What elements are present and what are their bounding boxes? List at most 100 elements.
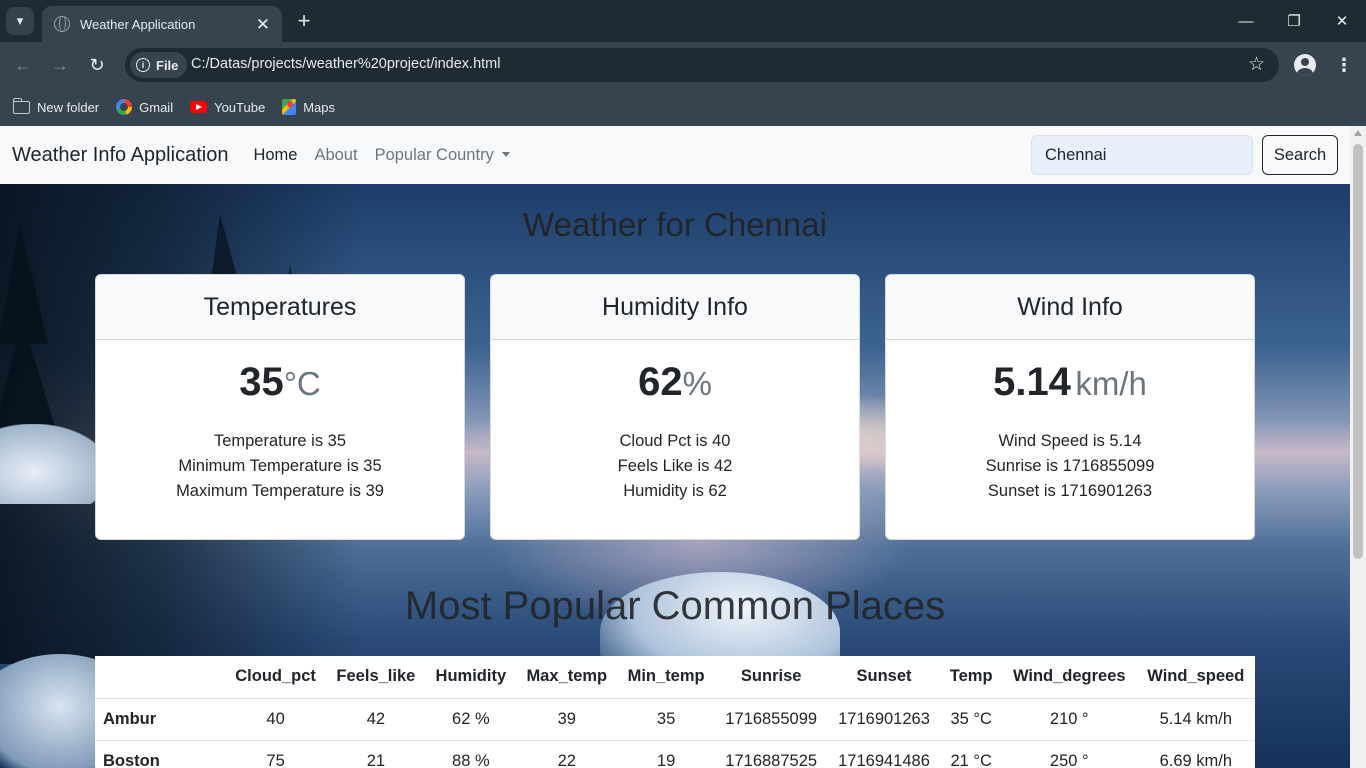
- table-cell: 210 °: [1001, 698, 1137, 741]
- column-header: Wind_degrees: [1001, 656, 1137, 699]
- browser-menu-button[interactable]: ⋮: [1334, 52, 1354, 78]
- card-details: Wind Speed is 5.14 Sunrise is 1716855099…: [886, 429, 1254, 504]
- table-cell: 21: [326, 740, 426, 768]
- bookmark-new-folder[interactable]: New folder: [12, 97, 99, 115]
- chevron-down-icon: ▾: [16, 13, 24, 28]
- column-header: Humidity: [425, 656, 517, 699]
- scroll-up-arrow-icon[interactable]: [1354, 130, 1362, 136]
- wind-unit: km/h: [1075, 365, 1147, 402]
- card-title: Humidity Info: [491, 275, 859, 340]
- site-info-chip[interactable]: i File: [130, 52, 188, 78]
- bookmark-label: Gmail: [139, 99, 174, 115]
- close-tab-icon[interactable]: ✕: [256, 16, 270, 33]
- bookmark-star-icon[interactable]: ☆: [1248, 53, 1265, 76]
- temperature-card: Temperatures 35°C Temperature is 35 Mini…: [95, 274, 465, 540]
- wind-value: 5.14: [993, 360, 1071, 404]
- temperature-unit: °C: [283, 365, 321, 402]
- bookmark-maps[interactable]: Maps: [282, 99, 335, 115]
- table-cell: 75: [225, 740, 327, 768]
- table-cell: 6.69 km/h: [1136, 740, 1255, 768]
- bookmark-youtube[interactable]: YouTube: [190, 100, 265, 115]
- table-cell: 88 %: [425, 740, 517, 768]
- table-cell: 22: [516, 740, 618, 768]
- card-main-value: 5.14 km/h: [886, 360, 1254, 412]
- table-cell: 1716855099: [714, 698, 828, 741]
- new-tab-button[interactable]: +: [292, 8, 316, 34]
- temperature-value: 35: [239, 360, 284, 404]
- detail-line: Sunrise is 1716855099: [985, 457, 1155, 475]
- tab-search-button[interactable]: ▾: [6, 7, 34, 35]
- site-brand[interactable]: Weather Info Application: [12, 144, 228, 167]
- snow-bank: [0, 424, 110, 504]
- column-header: Temp: [940, 656, 1002, 699]
- detail-line: Cloud Pct is 40: [619, 432, 731, 450]
- detail-line: Temperature is 35: [213, 432, 347, 450]
- humidity-value: 62: [638, 360, 683, 404]
- table-cell: 21 °C: [940, 740, 1002, 768]
- card-main-value: 62%: [491, 360, 859, 412]
- detail-line: Minimum Temperature is 35: [178, 457, 382, 475]
- minimize-button[interactable]: —: [1222, 0, 1270, 42]
- restore-button[interactable]: ❐: [1270, 0, 1318, 42]
- detail-line: Wind Speed is 5.14: [998, 432, 1142, 450]
- forward-button[interactable]: →: [46, 51, 74, 79]
- folder-icon: [12, 97, 30, 114]
- table-cell: 1716941486: [827, 740, 941, 768]
- youtube-icon: [190, 101, 208, 113]
- humidity-card: Humidity Info 62% Cloud Pct is 40 Feels …: [490, 274, 860, 540]
- bookmark-gmail[interactable]: Gmail: [116, 99, 173, 115]
- table-cell: 40: [225, 698, 327, 741]
- active-tab[interactable]: Weather Application ✕: [42, 6, 282, 42]
- nav-about[interactable]: About: [314, 146, 357, 165]
- column-header: Cloud_pct: [225, 656, 327, 699]
- close-window-button[interactable]: ✕: [1318, 0, 1366, 42]
- detail-line: Feels Like is 42: [617, 457, 733, 475]
- page-scrollbar[interactable]: [1350, 126, 1366, 768]
- column-header: Sunrise: [714, 656, 828, 699]
- address-bar[interactable]: i File C:/Datas/projects/weather%20proje…: [125, 48, 1279, 82]
- table-header-row: Cloud_pct Feels_like Humidity Max_temp M…: [95, 656, 1255, 699]
- column-header: Wind_speed: [1136, 656, 1255, 699]
- card-details: Temperature is 35 Minimum Temperature is…: [96, 429, 464, 504]
- table-cell: 39: [516, 698, 618, 741]
- detail-line: Maximum Temperature is 39: [176, 482, 384, 500]
- reload-button[interactable]: ↻: [83, 51, 111, 79]
- detail-line: Humidity is 62: [623, 482, 727, 500]
- maps-icon: [282, 99, 297, 115]
- nav-popular-label: Popular Country: [374, 145, 494, 164]
- table-cell: 5.14 km/h: [1136, 698, 1255, 741]
- nav-popular-country-dropdown[interactable]: Popular Country: [375, 146, 510, 165]
- nav-links: Home About Popular Country: [253, 146, 510, 165]
- bookmark-label: YouTube: [214, 99, 266, 115]
- site-navbar: Weather Info Application Home About Popu…: [0, 126, 1350, 184]
- page-title: Weather for Chennai: [523, 206, 827, 243]
- column-header: Min_temp: [617, 656, 715, 699]
- wind-card: Wind Info 5.14 km/h Wind Speed is 5.14 S…: [885, 274, 1255, 540]
- url-text[interactable]: C:/Datas/projects/weather%20project/inde…: [191, 56, 500, 72]
- place-name: Boston: [95, 740, 225, 768]
- nav-home[interactable]: Home: [253, 146, 297, 165]
- popular-places-heading: Most Popular Common Places: [404, 584, 946, 628]
- scrollbar-thumb[interactable]: [1353, 144, 1363, 559]
- search-button[interactable]: Search: [1262, 135, 1338, 175]
- table-row: Ambur 40 42 62 % 39 35 1716855099 171690…: [95, 698, 1255, 741]
- info-icon: i: [136, 58, 150, 72]
- column-header: Feels_like: [326, 656, 426, 699]
- browser-toolbar: ← → ↻ i File C:/Datas/projects/weather%2…: [0, 42, 1366, 88]
- city-search-input[interactable]: [1031, 135, 1253, 175]
- tab-strip: ▾ Weather Application ✕ + — ❐ ✕: [0, 0, 1366, 42]
- table-cell: 250 °: [1001, 740, 1137, 768]
- google-icon: [116, 99, 133, 115]
- caret-down-icon: [501, 151, 510, 157]
- table-cell: 1716887525: [714, 740, 828, 768]
- humidity-unit: %: [682, 365, 712, 402]
- column-header: Max_temp: [516, 656, 618, 699]
- back-button[interactable]: ←: [9, 51, 37, 79]
- hero-background: Weather for Chennai Temperatures 35°C Te…: [0, 184, 1350, 768]
- site-chip-label: File: [156, 57, 179, 73]
- detail-line: Sunset is 1716901263: [987, 482, 1153, 500]
- table-cell: 42: [326, 698, 426, 741]
- column-header: [95, 656, 225, 699]
- column-header: Sunset: [827, 656, 941, 699]
- profile-avatar[interactable]: [1294, 54, 1316, 76]
